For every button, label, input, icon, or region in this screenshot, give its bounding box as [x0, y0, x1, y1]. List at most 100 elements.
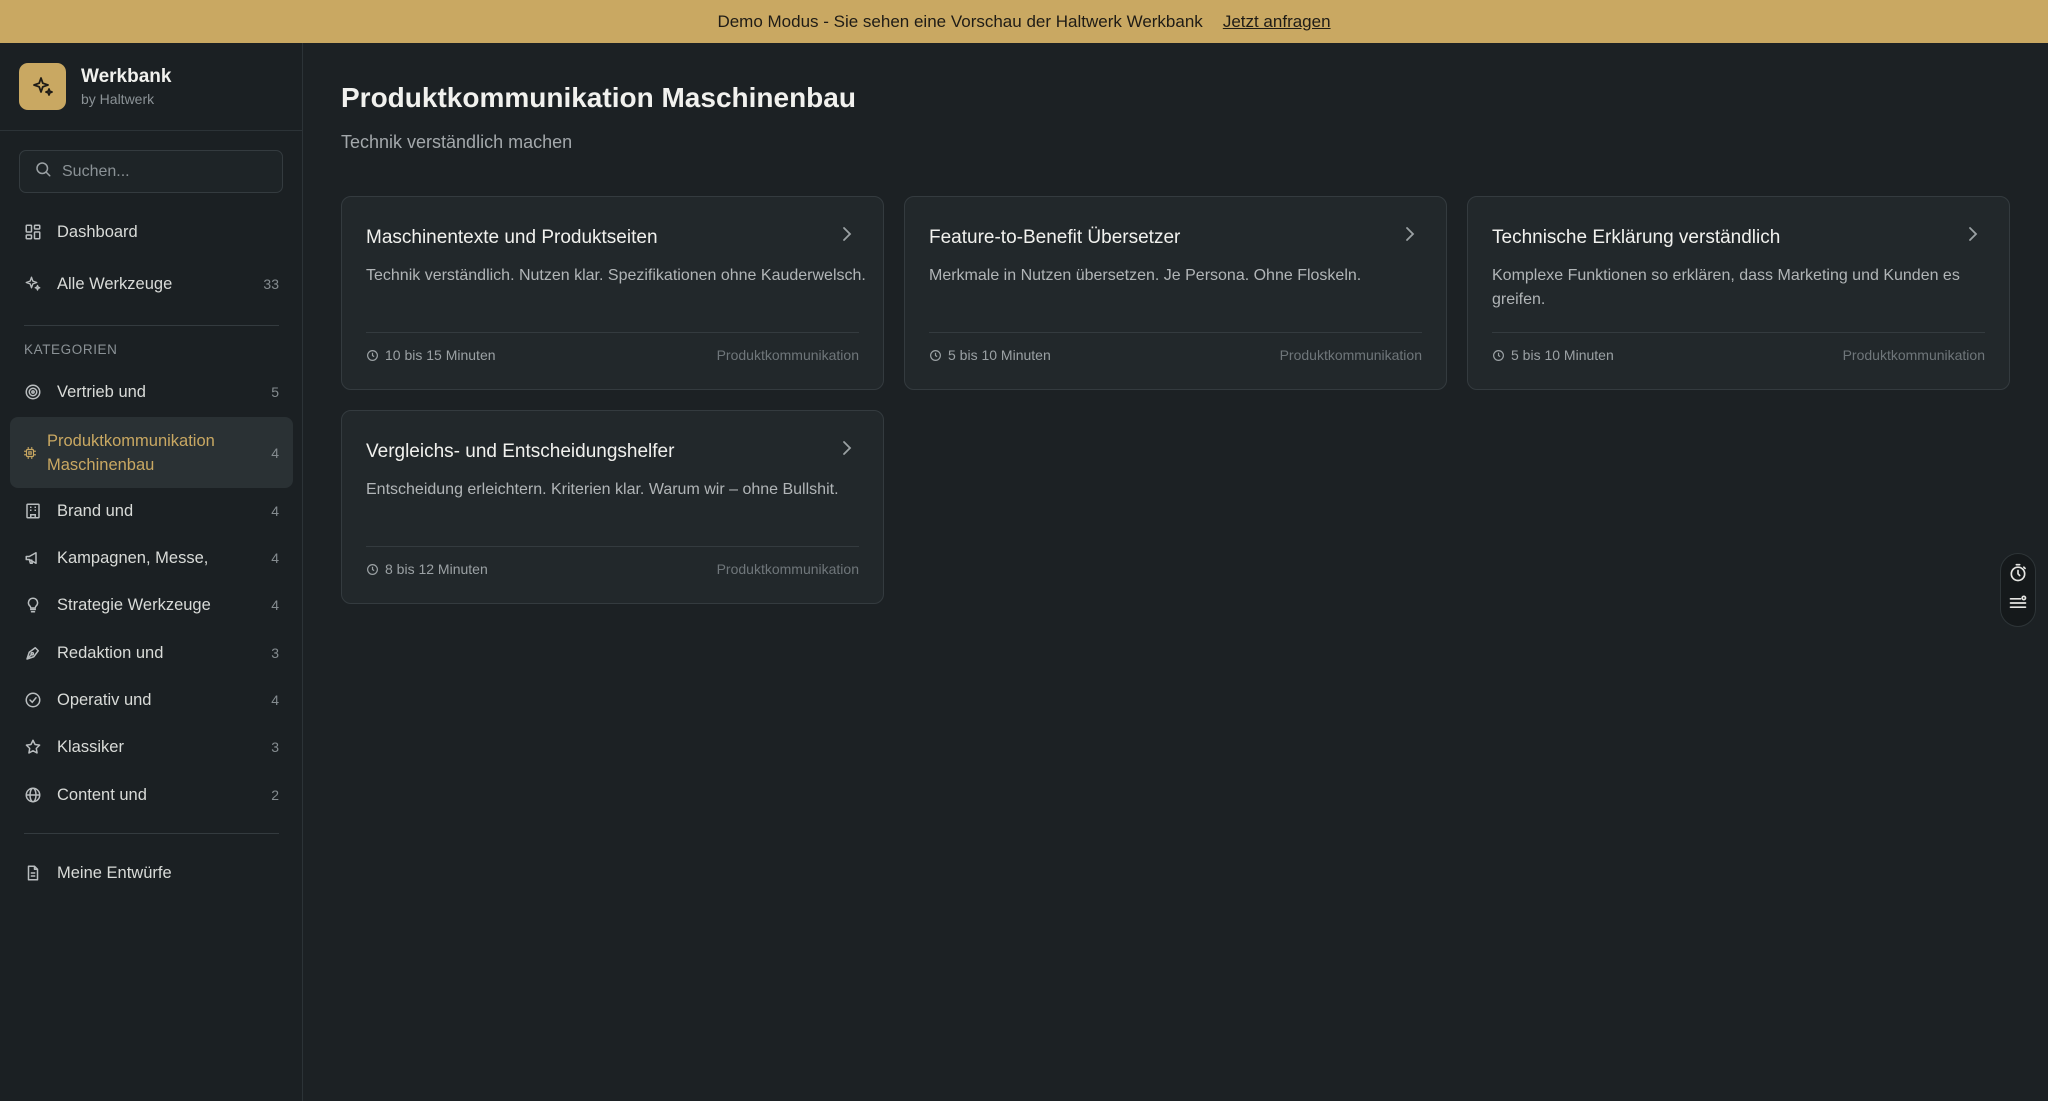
- card-divider: [366, 332, 859, 333]
- categories-heading: KATEGORIEN: [24, 342, 118, 357]
- nav-category-vertrieb[interactable]: Vertrieb und 5: [10, 372, 293, 412]
- nav-all-tools-label: Alle Werkzeuge: [57, 274, 173, 293]
- chevron-right-icon: [1406, 227, 1415, 241]
- clock-icon: [1493, 349, 1504, 361]
- card-duration: 5 bis 10 Minuten: [929, 347, 1051, 363]
- card-divider: [929, 332, 1422, 333]
- card-duration-text: 8 bis 12 Minuten: [385, 561, 488, 577]
- card-category: Produktkommunikation: [1279, 347, 1422, 363]
- chevron-right-icon: [843, 227, 852, 241]
- nav-category-label: Operativ und: [57, 690, 152, 709]
- clock-icon: [367, 349, 378, 361]
- card-duration-text: 10 bis 15 Minuten: [385, 347, 496, 363]
- tool-card[interactable]: Technische Erklärung verständlich Komple…: [1467, 196, 2010, 390]
- card-category: Produktkommunikation: [716, 561, 859, 577]
- nav-category-count: 2: [271, 787, 279, 803]
- globe-icon: [23, 785, 43, 805]
- brand-sub: by Haltwerk: [81, 91, 155, 107]
- lightbulb-icon: [23, 595, 43, 615]
- nav-dashboard[interactable]: Dashboard: [10, 212, 293, 252]
- nav-dashboard-label: Dashboard: [57, 222, 138, 241]
- check-circle-icon: [23, 690, 43, 710]
- card-divider: [366, 546, 859, 547]
- nav-category-count: 3: [271, 739, 279, 755]
- card-duration: 10 bis 15 Minuten: [366, 347, 496, 363]
- card-description: Komplexe Funktionen so erklären, dass Ma…: [1492, 267, 1960, 308]
- tool-card[interactable]: Feature-to-Benefit Übersetzer Merkmale i…: [904, 196, 1447, 390]
- clock-icon: [930, 349, 941, 361]
- search-icon: [34, 160, 52, 183]
- tool-card[interactable]: Maschinentexte und Produktseiten Technik…: [341, 196, 884, 390]
- tool-card[interactable]: Vergleichs- und Entscheidungshelfer Ents…: [341, 410, 884, 604]
- card-description: Merkmale in Nutzen übersetzen. Je Person…: [929, 267, 1362, 284]
- nav-category-label: Brand und: [57, 501, 134, 520]
- brand-name: Werkbank: [81, 66, 172, 87]
- card-divider: [1492, 332, 1985, 333]
- megaphone-icon: [23, 548, 43, 568]
- timer-icon[interactable]: [2008, 563, 2028, 588]
- nav-category-label: Content und: [57, 785, 147, 804]
- nav-category-label: Produktkommunikation Maschinenbau: [47, 431, 215, 474]
- nav-drafts-label: Meine Entwürfe: [57, 863, 172, 882]
- page-title: Produktkommunikation Maschinenbau: [341, 82, 856, 113]
- card-description: Technik verständlich. Nutzen klar. Spezi…: [366, 267, 866, 284]
- sidebar-divider: [24, 325, 279, 326]
- chevron-right-icon: [843, 441, 852, 455]
- nav-category-label: Klassiker: [57, 737, 124, 756]
- building-icon: [23, 501, 43, 521]
- nav-category-count: 3: [271, 645, 279, 661]
- nav-category-content[interactable]: Content und 2: [10, 775, 293, 815]
- demo-banner: Demo Modus - Sie sehen eine Vorschau der…: [0, 0, 2048, 43]
- nav-category-label: Kampagnen, Messe,: [57, 548, 209, 567]
- search-input[interactable]: [62, 162, 262, 181]
- nav-category-count: 4: [271, 597, 279, 613]
- card-duration-text: 5 bis 10 Minuten: [1511, 347, 1614, 363]
- card-title: Technische Erklärung verständlich: [1492, 227, 1781, 248]
- nav-drafts[interactable]: Meine Entwürfe: [10, 853, 293, 893]
- card-title: Feature-to-Benefit Übersetzer: [929, 227, 1181, 248]
- list-settings-icon[interactable]: [2008, 593, 2028, 618]
- card-category: Produktkommunikation: [716, 347, 859, 363]
- sparkle-icon: [19, 63, 66, 110]
- nav-category-count: 4: [271, 550, 279, 566]
- nav-category-strategie[interactable]: Strategie Werkzeuge 4: [10, 585, 293, 625]
- nav-category-klassiker[interactable]: Klassiker 3: [10, 727, 293, 767]
- nav-category-operativ[interactable]: Operativ und 4: [10, 680, 293, 720]
- target-icon: [23, 382, 43, 402]
- nav-category-count: 4: [271, 444, 279, 461]
- cpu-icon: [23, 443, 37, 463]
- sidebar-divider: [24, 833, 279, 834]
- nav-category-label: Vertrieb und: [57, 382, 146, 401]
- sparkle-icon: [23, 274, 43, 294]
- card-duration: 5 bis 10 Minuten: [1492, 347, 1614, 363]
- brand[interactable]: Werkbank by Haltwerk: [0, 43, 302, 131]
- document-icon: [23, 863, 43, 883]
- nav-category-count: 4: [271, 503, 279, 519]
- card-duration: 8 bis 12 Minuten: [366, 561, 488, 577]
- nav-category-kampagnen[interactable]: Kampagnen, Messe, 4: [10, 538, 293, 578]
- chevron-right-icon: [1969, 227, 1978, 241]
- nav-category-produktkommunikation[interactable]: Produktkommunikation Maschinenbau 4: [10, 417, 293, 488]
- page-subtitle: Technik verständlich machen: [341, 132, 573, 152]
- search-box[interactable]: [19, 150, 283, 193]
- card-title: Maschinentexte und Produktseiten: [366, 227, 658, 248]
- card-description: Entscheidung erleichtern. Kriterien klar…: [366, 481, 839, 498]
- card-duration-text: 5 bis 10 Minuten: [948, 347, 1051, 363]
- card-title: Vergleichs- und Entscheidungshelfer: [366, 441, 675, 462]
- nav-all-tools[interactable]: Alle Werkzeuge 33: [10, 264, 293, 304]
- nav-category-redaktion[interactable]: Redaktion und 3: [10, 633, 293, 673]
- nav-category-count: 5: [271, 384, 279, 400]
- dashboard-icon: [23, 222, 43, 242]
- nav-category-brand[interactable]: Brand und 4: [10, 491, 293, 531]
- floating-toolbar: [2000, 553, 2036, 627]
- demo-banner-text: Demo Modus - Sie sehen eine Vorschau der…: [717, 11, 1203, 31]
- nav-all-tools-count: 33: [263, 276, 279, 292]
- pen-icon: [23, 643, 43, 663]
- request-link[interactable]: Jetzt anfragen: [1223, 12, 1331, 32]
- nav-category-label: Strategie Werkzeuge: [57, 595, 211, 614]
- nav-category-label: Redaktion und: [57, 643, 164, 662]
- star-icon: [23, 737, 43, 757]
- card-category: Produktkommunikation: [1842, 347, 1985, 363]
- sidebar: Werkbank by Haltwerk Dashboard A: [0, 43, 303, 1101]
- nav-category-count: 4: [271, 692, 279, 708]
